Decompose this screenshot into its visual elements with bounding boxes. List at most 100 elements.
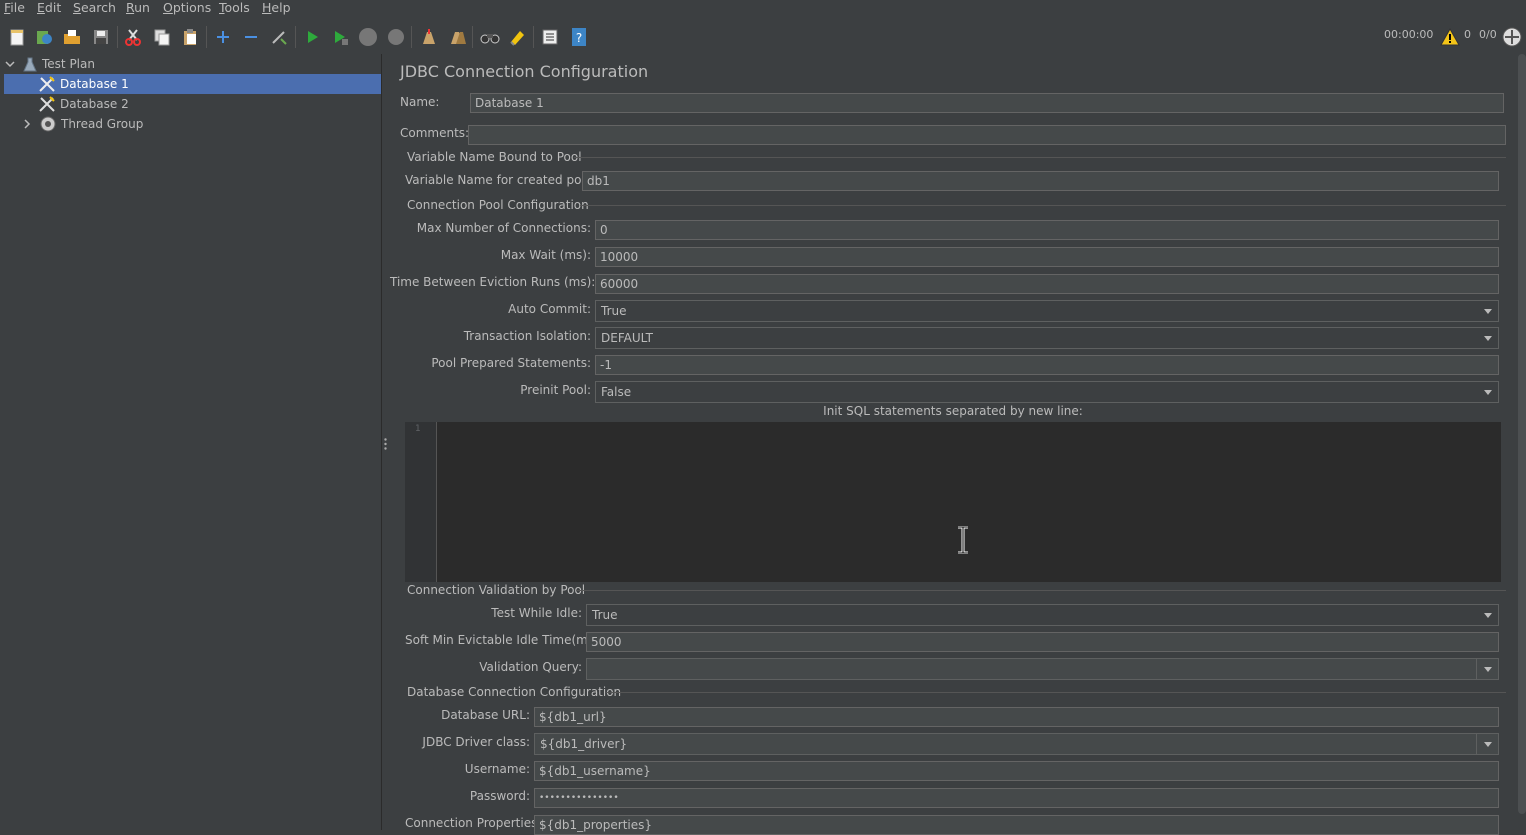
menu-options[interactable]: Options: [163, 0, 211, 15]
driver-label: JDBC Driver class:: [422, 735, 530, 749]
init-sql-label: Init SQL statements separated by new lin…: [823, 404, 1083, 418]
tree-node-test-plan[interactable]: Test Plan: [0, 54, 381, 74]
save-icon[interactable]: [90, 26, 112, 48]
validation-query-label: Validation Query:: [479, 660, 582, 674]
eviction-field[interactable]: 60000: [595, 274, 1499, 294]
soft-min-label: Soft Min Evictable Idle Time(ms):: [405, 633, 603, 647]
chevron-down-icon: [1484, 613, 1492, 618]
paste-icon[interactable]: [179, 26, 201, 48]
tree-node-label: Database 1: [60, 77, 129, 91]
max-wait-field[interactable]: 10000: [595, 247, 1499, 267]
function-helper-icon[interactable]: [539, 26, 561, 48]
preinit-select[interactable]: False: [595, 381, 1499, 403]
test-plan-tree: Test Plan Database 1 Database 2 Thread G…: [0, 54, 381, 830]
svg-text:?: ?: [576, 31, 582, 45]
tree-node-database-1[interactable]: Database 1: [4, 74, 381, 94]
section-pool-config: Connection Pool Configuration: [407, 198, 589, 212]
elapsed-time: 00:00:00: [1384, 28, 1434, 41]
menu-run[interactable]: Run: [126, 0, 150, 15]
db-url-label: Database URL:: [441, 708, 530, 722]
pool-var-field[interactable]: db1: [582, 171, 1499, 191]
shutdown-icon[interactable]: [385, 26, 407, 48]
tree-node-label: Thread Group: [61, 117, 144, 131]
eviction-label: Time Between Eviction Runs (ms):: [390, 275, 596, 289]
search-icon[interactable]: [479, 26, 501, 48]
chevron-down-icon[interactable]: [1484, 667, 1492, 672]
test-idle-select[interactable]: True: [586, 604, 1499, 626]
warning-icon[interactable]: [1439, 26, 1461, 48]
menu-search[interactable]: Search: [73, 0, 116, 15]
help-icon[interactable]: ?: [568, 26, 590, 48]
tree-node-database-2[interactable]: Database 2: [4, 94, 381, 114]
db-url-field[interactable]: ${db1_url}: [534, 707, 1499, 727]
name-field[interactable]: Database 1: [470, 93, 1504, 113]
username-field[interactable]: ${db1_username}: [534, 761, 1499, 781]
copy-icon[interactable]: [151, 26, 173, 48]
menu-file[interactable]: File: [4, 0, 25, 15]
max-conn-field[interactable]: 0: [595, 220, 1499, 240]
toolbar-separator: [117, 26, 118, 48]
section-divider: [606, 692, 1506, 693]
driver-value: ${db1_driver}: [540, 737, 628, 751]
init-sql-editor[interactable]: 1: [405, 422, 1501, 582]
menu-help[interactable]: Help: [262, 0, 291, 15]
warning-count: 0: [1464, 28, 1471, 41]
prepared-field[interactable]: -1: [595, 355, 1499, 375]
prepared-label: Pool Prepared Statements:: [431, 356, 591, 370]
validation-query-select[interactable]: [586, 658, 1499, 680]
test-idle-value: True: [592, 608, 618, 622]
section-divider: [576, 590, 1506, 591]
jdbc-config-panel: JDBC Connection Configuration Name: Data…: [390, 54, 1526, 835]
stop-icon[interactable]: [357, 26, 379, 48]
auto-commit-label: Auto Commit:: [508, 302, 591, 316]
clear-icon[interactable]: [417, 26, 439, 48]
preinit-label: Preinit Pool:: [520, 383, 591, 397]
username-label: Username:: [464, 762, 530, 776]
soft-min-field[interactable]: 5000: [586, 632, 1499, 652]
props-field[interactable]: ${db1_properties}: [534, 815, 1499, 835]
panel-title: JDBC Connection Configuration: [400, 62, 649, 81]
tree-node-label: Database 2: [60, 97, 129, 111]
menu-bar: File Edit Search Run Options Tools Help: [0, 0, 1526, 16]
expand-icon[interactable]: [212, 26, 234, 48]
splitter[interactable]: [381, 54, 390, 830]
toolbar: ? 00:00:00 0 0/0: [0, 18, 1526, 54]
chevron-down-icon[interactable]: [1484, 742, 1492, 747]
isolation-select[interactable]: DEFAULT: [595, 327, 1499, 349]
auto-commit-select[interactable]: True: [595, 300, 1499, 322]
section-variable-name: Variable Name Bound to Pool: [407, 150, 582, 164]
test-idle-label: Test While Idle:: [491, 606, 582, 620]
password-field[interactable]: •••••••••••••••: [534, 788, 1499, 808]
collapse-icon[interactable]: [240, 26, 262, 48]
thread-count: 0/0: [1479, 28, 1497, 41]
chevron-down-icon[interactable]: [3, 57, 17, 71]
combo-divider: [1476, 734, 1477, 754]
start-icon[interactable]: [301, 26, 323, 48]
clear-all-icon[interactable]: [446, 26, 468, 48]
pool-var-label: Variable Name for created pool:: [405, 173, 597, 187]
menu-edit[interactable]: Edit: [37, 0, 61, 15]
reset-search-icon[interactable]: [506, 26, 528, 48]
driver-select[interactable]: ${db1_driver}: [534, 733, 1499, 755]
max-conn-label: Max Number of Connections:: [416, 221, 591, 235]
section-divider: [580, 205, 1506, 206]
section-db-connection: Database Connection Configuration: [407, 685, 622, 699]
menu-tools[interactable]: Tools: [219, 0, 250, 15]
comments-field[interactable]: [468, 125, 1506, 145]
chevron-right-icon[interactable]: [20, 117, 34, 131]
password-label: Password:: [469, 789, 530, 803]
props-label: Connection Properties:: [405, 816, 542, 830]
line-number: 1: [415, 424, 421, 434]
new-icon[interactable]: [6, 26, 28, 48]
cut-icon[interactable]: [122, 26, 144, 48]
chevron-down-icon: [1484, 336, 1492, 341]
vertical-scrollbar[interactable]: [1518, 54, 1526, 814]
remote-engines-icon[interactable]: [1501, 26, 1523, 48]
toggle-icon[interactable]: [268, 26, 290, 48]
auto-commit-value: True: [601, 304, 627, 318]
max-wait-label: Max Wait (ms):: [500, 248, 591, 262]
templates-icon[interactable]: [33, 26, 55, 48]
open-icon[interactable]: [61, 26, 83, 48]
start-no-pause-icon[interactable]: [329, 26, 351, 48]
tree-node-thread-group[interactable]: Thread Group: [0, 114, 381, 134]
